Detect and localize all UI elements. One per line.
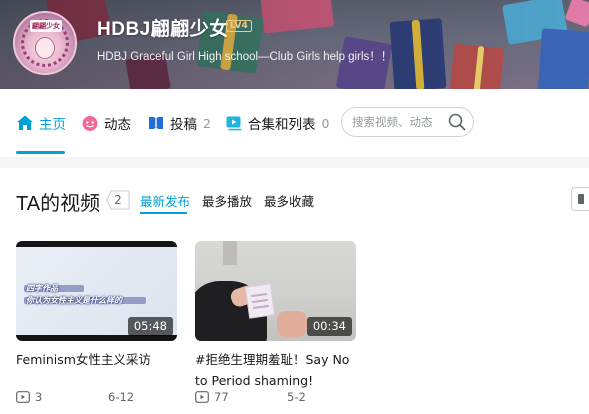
thumbnail-scene [277, 311, 307, 337]
avatar-tag: 翩翩少女 [30, 20, 62, 32]
active-tab-indicator [16, 151, 65, 154]
video-count-badge: 2 [106, 190, 130, 210]
banner-shade [0, 0, 589, 89]
video-title[interactable]: Feminism女性主义采访 [16, 349, 177, 370]
tab-collections[interactable]: 合集和列表 0 [225, 112, 329, 134]
play-count: 3 [35, 390, 43, 404]
play-count-icon [195, 391, 209, 403]
thumbnail-caption-1: 四字作品 [26, 284, 58, 293]
video-thumbnail[interactable]: 00:34 [195, 241, 356, 341]
sort-most-favorited[interactable]: 最多收藏 [264, 191, 314, 210]
profile-signature: HDBJ Graceful Girl High school—Club Girl… [97, 51, 393, 63]
username[interactable]: HDBJ翩翩少女 [97, 14, 229, 41]
sort-most-played[interactable]: 最多播放 [202, 191, 252, 210]
tab-collections-count: 0 [321, 115, 330, 131]
home-icon [16, 114, 34, 132]
upload-date: 6-12 [108, 390, 135, 404]
tab-uploads[interactable]: 投稿 2 [147, 112, 211, 134]
tab-uploads-label: 投稿 [170, 117, 197, 133]
dynamic-icon [81, 114, 99, 132]
search-box[interactable] [341, 107, 474, 137]
section-title: TA的视频 [16, 193, 101, 215]
video-title[interactable]: #拒绝生理期羞耻！Say No to Period shaming! [195, 349, 356, 391]
tab-collections-label: 合集和列表 [248, 117, 316, 133]
layout-switch-button[interactable] [571, 187, 589, 211]
video-duration: 00:34 [306, 317, 352, 336]
tab-home[interactable]: 主页 [16, 112, 66, 134]
video-duration: 05:48 [127, 317, 173, 336]
tab-uploads-count: 2 [203, 115, 211, 131]
video-card[interactable]: 四字作品 你认为女性主义是什么样的 05:48 Feminism女性主义采访 [16, 241, 177, 370]
video-meta: 77 5-2 [195, 390, 356, 404]
tab-dynamic[interactable]: 动态 [81, 112, 131, 134]
play-count: 77 [214, 390, 229, 404]
section-divider [0, 157, 589, 168]
avatar[interactable]: 翩翩少女 [13, 11, 77, 75]
play-count-icon [16, 391, 30, 403]
tab-dynamic-label: 动态 [104, 117, 131, 133]
upload-icon [147, 114, 165, 132]
sort-latest[interactable]: 最新发布 [140, 191, 190, 210]
search-input[interactable] [352, 113, 444, 131]
profile-nav: 主页 动态 投稿 2 合集和列表 0 [0, 89, 589, 157]
video-thumbnail[interactable]: 四字作品 你认为女性主义是什么样的 05:48 [16, 241, 177, 341]
level-badge: LV4 [226, 20, 252, 32]
thumbnail-scene [223, 241, 237, 265]
video-card[interactable]: 00:34 #拒绝生理期羞耻！Say No to Period shaming! [195, 241, 356, 391]
upload-date: 5-2 [287, 390, 306, 404]
tab-home-label: 主页 [39, 117, 66, 133]
video-meta: 3 6-12 [16, 390, 177, 404]
thumbnail-scene [244, 283, 276, 319]
profile-banner: 翩翩少女 HDBJ翩翩少女 LV4 HDBJ Graceful Girl Hig… [0, 0, 589, 89]
video-count: 2 [114, 193, 122, 207]
sort-active-indicator [140, 212, 187, 214]
avatar-face [35, 37, 55, 59]
layout-switch-icon [578, 194, 584, 204]
search-icon[interactable] [447, 112, 467, 132]
thumbnail-caption-2: 你认为女性主义是什么样的 [26, 296, 122, 305]
playlist-icon [225, 114, 243, 132]
